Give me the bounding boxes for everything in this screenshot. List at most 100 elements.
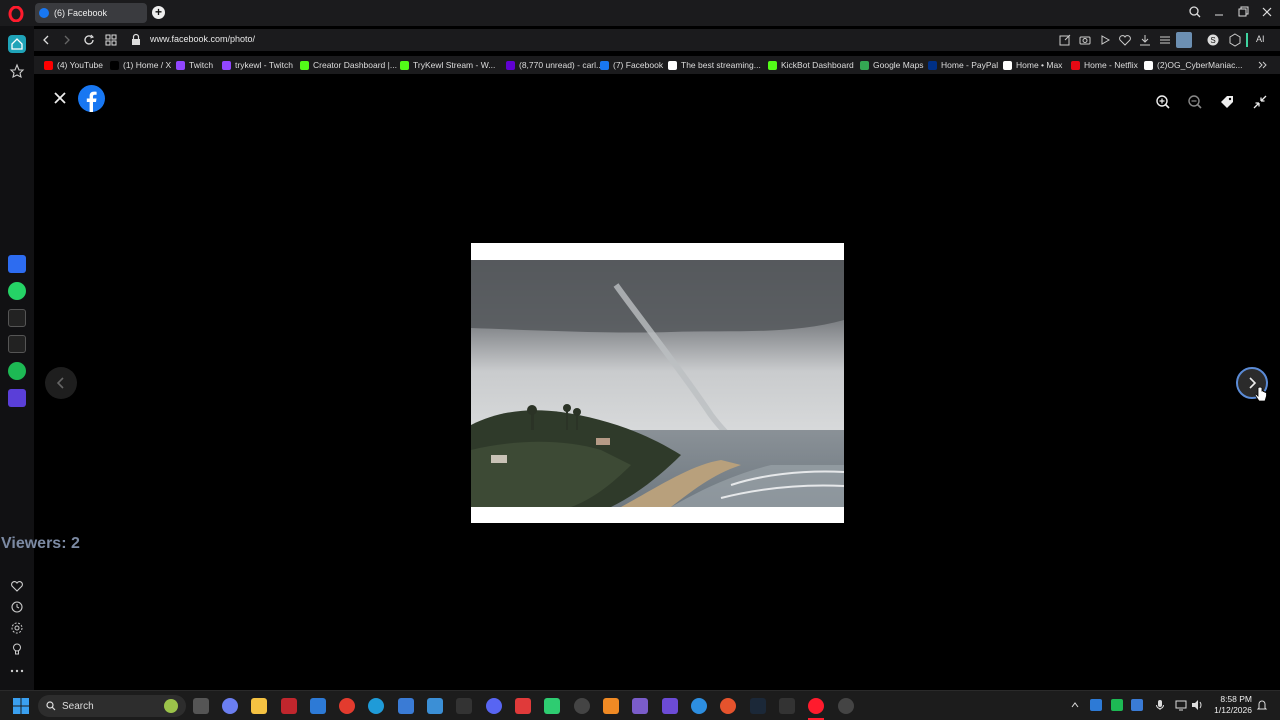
zoom-in-icon[interactable] — [1155, 94, 1171, 110]
lightbulb-icon[interactable] — [8, 640, 26, 658]
spotify-icon[interactable] — [8, 362, 26, 380]
lock-icon[interactable] — [129, 33, 143, 47]
bookmark-item[interactable]: (7) Facebook — [600, 59, 663, 71]
epic-games-icon[interactable] — [779, 698, 795, 714]
aria-ai-button[interactable]: AI — [1256, 34, 1265, 44]
heart-icon[interactable] — [1118, 33, 1132, 47]
history-icon[interactable] — [8, 598, 26, 616]
camera-icon[interactable] — [1078, 33, 1092, 47]
search-tabs-icon[interactable] — [1188, 4, 1202, 20]
menu-icon[interactable] — [1158, 33, 1172, 47]
store-icon[interactable] — [310, 698, 326, 714]
bookmark-item[interactable]: (1) Home / X — [110, 59, 171, 71]
app-blue-icon[interactable] — [398, 698, 414, 714]
bookmark-label: (1) Home / X — [123, 60, 172, 70]
edge-icon[interactable] — [368, 698, 384, 714]
bookmark-item[interactable]: Google Maps — [860, 59, 924, 71]
chrome-icon[interactable] — [339, 698, 355, 714]
settings-gear-icon[interactable] — [8, 619, 26, 637]
app-orange2-icon[interactable] — [720, 698, 736, 714]
download-icon[interactable] — [1138, 33, 1152, 47]
notepad-icon[interactable] — [427, 698, 443, 714]
edit-icon[interactable] — [1058, 33, 1072, 47]
opera-taskbar-icon[interactable] — [808, 698, 824, 714]
bookmark-item[interactable]: TryKewl Stream - W... — [400, 59, 495, 71]
tabs-grid-icon[interactable] — [104, 33, 118, 47]
bookmark-item[interactable]: Home - PayPal — [928, 59, 998, 71]
app-cyan-icon[interactable] — [691, 698, 707, 714]
tray-app2-icon[interactable] — [1131, 699, 1143, 711]
bluetooth-icon[interactable] — [1090, 699, 1102, 711]
pinboard-icon[interactable] — [8, 62, 26, 80]
bookmark-item[interactable]: Home • Max — [1003, 59, 1062, 71]
url-field[interactable]: www.facebook.com/photo/ — [150, 34, 255, 44]
restore-icon[interactable] — [1236, 4, 1250, 20]
bookmark-item[interactable]: trykewl - Twitch — [222, 59, 293, 71]
home-icon[interactable] — [8, 35, 26, 53]
opera-logo-icon[interactable] — [8, 6, 24, 22]
whatsapp-icon[interactable] — [8, 282, 26, 300]
more-bookmarks-icon[interactable] — [1257, 60, 1269, 70]
tiktok-icon[interactable] — [8, 309, 26, 327]
volume-icon[interactable] — [1191, 699, 1203, 711]
gaming-icon[interactable] — [632, 698, 648, 714]
tray-app-icon[interactable] — [1111, 699, 1123, 711]
close-window-icon[interactable] — [1260, 4, 1274, 20]
zoom-out-icon[interactable] — [1187, 94, 1203, 110]
video-editor-icon[interactable] — [515, 698, 531, 714]
app-orange-icon[interactable] — [603, 698, 619, 714]
app-purple-icon[interactable] — [662, 698, 678, 714]
messenger-icon[interactable] — [8, 255, 26, 273]
bookmark-item[interactable]: KickBot Dashboard — [768, 59, 854, 71]
microphone-icon[interactable] — [1154, 699, 1166, 711]
discord-icon[interactable] — [486, 698, 502, 714]
file-explorer-icon[interactable] — [251, 698, 267, 714]
wallet-icon[interactable]: S — [1206, 33, 1220, 47]
clock-time: 8:58 PM — [1220, 694, 1252, 704]
bookmark-label: TryKewl Stream - W... — [413, 60, 496, 70]
bookmark-label: (4) YouTube — [57, 60, 103, 70]
waterspout-photo[interactable] — [471, 260, 844, 507]
app-dark-icon[interactable] — [456, 698, 472, 714]
bookmark-item[interactable]: Creator Dashboard |... — [300, 59, 397, 71]
reload-icon[interactable] — [82, 33, 96, 47]
obs-icon[interactable] — [574, 698, 590, 714]
tag-photo-icon[interactable] — [1219, 94, 1235, 110]
bookmark-item[interactable]: (2)OG_CyberManiac... — [1144, 59, 1243, 71]
notification-bell-icon[interactable] — [1256, 699, 1268, 711]
tray-overflow-icon[interactable] — [1069, 699, 1081, 711]
bookmark-item[interactable]: (4) YouTube — [44, 59, 103, 71]
x-twitter-icon[interactable] — [8, 335, 26, 353]
bookmark-favicon-icon — [768, 60, 777, 70]
app-green-icon[interactable] — [544, 698, 560, 714]
player-icon[interactable] — [8, 389, 26, 407]
task-view-icon[interactable] — [193, 698, 209, 714]
more-options-icon[interactable] — [8, 662, 26, 680]
steam-icon[interactable] — [750, 698, 766, 714]
heart-sidebar-icon[interactable] — [8, 577, 26, 595]
close-viewer-icon[interactable] — [52, 90, 68, 106]
copilot-icon[interactable] — [222, 698, 238, 714]
app-gray-icon[interactable] — [838, 698, 854, 714]
new-tab-button[interactable]: + — [152, 6, 165, 19]
bookmark-favicon-icon — [1071, 60, 1080, 70]
bookmark-item[interactable]: The best streaming... — [668, 59, 761, 71]
bookmark-item[interactable]: Home - Netflix — [1071, 59, 1138, 71]
taskbar-search[interactable]: Search — [38, 695, 186, 717]
previous-photo-button[interactable] — [45, 367, 77, 399]
minimize-icon[interactable] — [1212, 4, 1226, 20]
system-clock[interactable]: 8:58 PM 1/12/2026 — [1214, 694, 1252, 716]
profile-avatar[interactable] — [1176, 32, 1192, 48]
app-red-icon[interactable] — [281, 698, 297, 714]
forward-icon[interactable] — [60, 33, 74, 47]
play-icon[interactable] — [1098, 33, 1112, 47]
bookmark-item[interactable]: Twitch — [176, 59, 213, 71]
windows-start-icon[interactable] — [13, 698, 29, 714]
facebook-logo-icon[interactable] — [78, 85, 105, 112]
extensions-icon[interactable] — [1228, 33, 1242, 47]
network-icon[interactable] — [1175, 699, 1187, 711]
back-icon[interactable] — [39, 33, 53, 47]
bookmark-item[interactable]: (8,770 unread) - carl... — [506, 59, 603, 71]
exit-fullscreen-icon[interactable] — [1252, 94, 1268, 110]
tab-facebook[interactable]: (6) Facebook — [35, 3, 147, 23]
